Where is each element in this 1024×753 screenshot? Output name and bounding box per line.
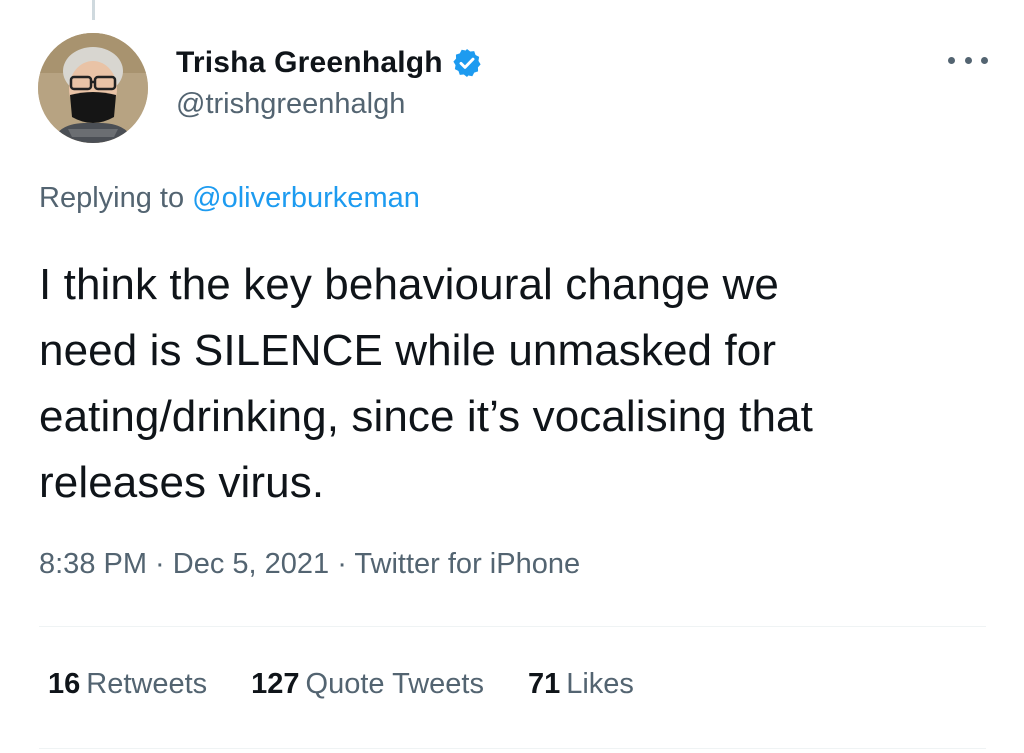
more-dot bbox=[964, 56, 972, 64]
likes-label: Likes bbox=[566, 668, 634, 700]
tweet-card: Trisha Greenhalgh @trishgreenhalgh Reply… bbox=[0, 0, 1024, 753]
tweet-metadata: 8:38 PM · Dec 5, 2021 · Twitter for iPho… bbox=[39, 548, 580, 581]
more-dot bbox=[981, 56, 988, 64]
more-dot bbox=[948, 56, 955, 64]
tweet-date[interactable]: Dec 5, 2021 bbox=[173, 548, 329, 580]
divider bbox=[39, 748, 986, 749]
meta-separator: · bbox=[147, 548, 173, 580]
author-display-name[interactable]: Trisha Greenhalgh bbox=[176, 46, 443, 80]
quote-tweets-stat[interactable]: 127 Quote Tweets bbox=[251, 668, 484, 701]
tweet-text-line: need is SILENCE while unmasked for bbox=[39, 326, 777, 375]
tweet-text-line: releases virus. bbox=[39, 458, 325, 507]
likes-count: 71 bbox=[527, 668, 561, 700]
author-block: Trisha Greenhalgh @trishgreenhalgh bbox=[176, 44, 483, 121]
replying-to-label: Replying to bbox=[39, 182, 185, 214]
name-row: Trisha Greenhalgh bbox=[176, 44, 483, 82]
tweet-text-line: eating/drinking, since it’s vocalising t… bbox=[39, 392, 813, 441]
retweets-count: 16 bbox=[48, 668, 81, 700]
tweet-text: I think the key behavioural change we ne… bbox=[39, 252, 999, 516]
replying-to-mention[interactable]: @oliverburkeman bbox=[192, 182, 420, 214]
divider bbox=[39, 626, 986, 627]
replying-to: Replying to @oliverburkeman bbox=[39, 182, 420, 215]
thread-connector-line bbox=[92, 0, 95, 20]
tweet-time[interactable]: 8:38 PM bbox=[39, 548, 147, 580]
avatar-image bbox=[38, 33, 148, 143]
quote-tweets-count: 127 bbox=[251, 668, 300, 700]
quote-tweets-label: Quote Tweets bbox=[305, 668, 484, 700]
retweets-stat[interactable]: 16 Retweets bbox=[48, 668, 207, 701]
author-handle[interactable]: @trishgreenhalgh bbox=[176, 88, 483, 121]
verified-badge-icon bbox=[451, 47, 483, 79]
retweets-label: Retweets bbox=[86, 668, 208, 700]
more-horizontal-icon[interactable] bbox=[948, 48, 988, 72]
engagement-stats: 16 Retweets 127 Quote Tweets 71 Likes bbox=[48, 668, 678, 701]
tweet-text-line: I think the key behavioural change we bbox=[39, 260, 779, 309]
meta-separator: · bbox=[329, 548, 355, 580]
avatar[interactable] bbox=[38, 33, 148, 143]
likes-stat[interactable]: 71 Likes bbox=[528, 668, 634, 701]
tweet-source[interactable]: Twitter for iPhone bbox=[354, 548, 580, 580]
